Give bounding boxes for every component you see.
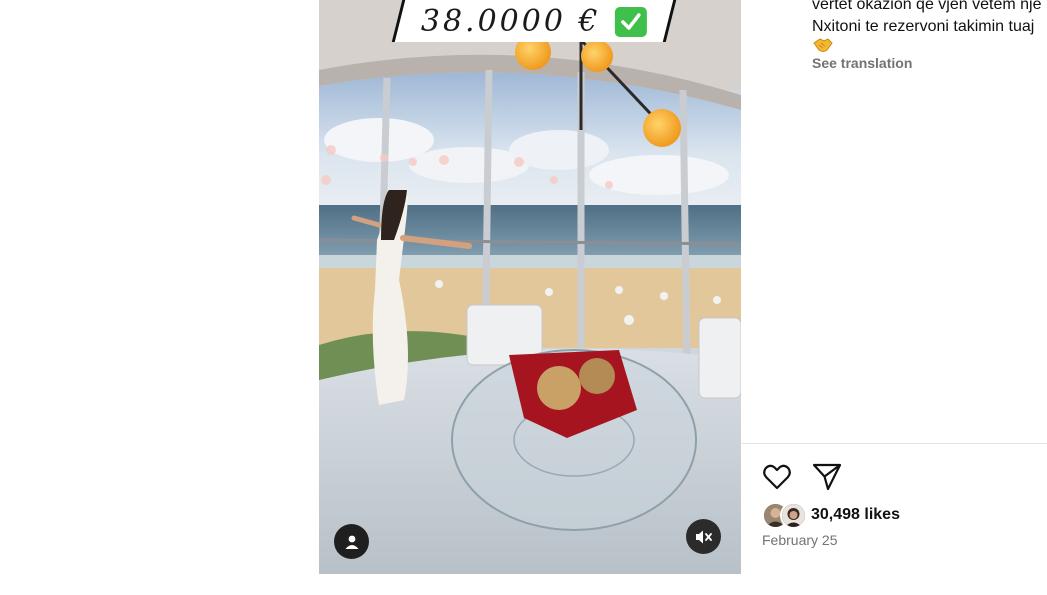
- avatar: [780, 502, 807, 529]
- user-icon[interactable]: [334, 524, 369, 559]
- video-frame-image: [319, 0, 741, 574]
- post-date[interactable]: February 25: [762, 532, 837, 548]
- post-video[interactable]: 38.0000 €: [319, 0, 741, 574]
- instagram-post-page: 38.0000 € vertet okazion që vjen vetëm n…: [0, 0, 1047, 595]
- price-text: 38.0000 €: [421, 3, 601, 39]
- price-banner: 38.0000 €: [391, 0, 677, 42]
- caption-line-2: Nxitoni te rezervoni takimin tuaj: [812, 18, 1035, 35]
- post-caption: vertet okazion që vjen vetëm një Nxitoni…: [812, 0, 1047, 38]
- liker-avatars[interactable]: [762, 502, 808, 529]
- check-mark-icon: [614, 6, 647, 36]
- paper-plane-icon[interactable]: [811, 462, 843, 492]
- see-translation-link[interactable]: See translation: [812, 55, 912, 71]
- heart-icon[interactable]: [762, 462, 792, 492]
- muted-speaker-icon[interactable]: [686, 519, 721, 554]
- divider: [742, 443, 1047, 444]
- likes-count[interactable]: 30,498 likes: [811, 506, 900, 524]
- caption-line-1: vertet okazion që vjen vetëm një: [812, 0, 1042, 13]
- handshake-emoji: [813, 38, 833, 52]
